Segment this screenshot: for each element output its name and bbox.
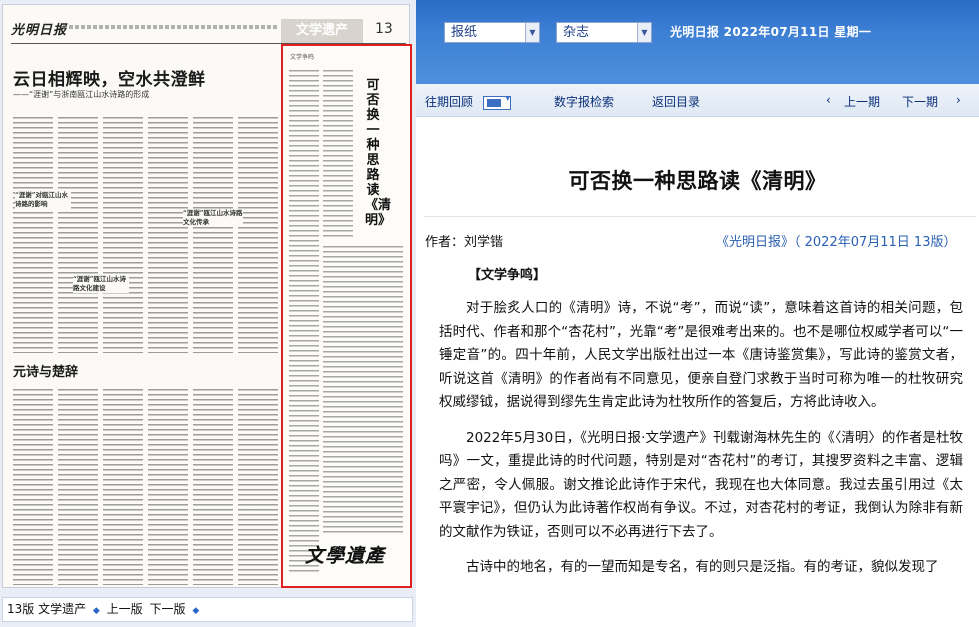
article-paragraph: 古诗中的地名，有的一望而知是专名，有的则只是泛指。有的考证，貌似发现了 bbox=[466, 559, 939, 575]
prev-issue-link[interactable]: 上一期 bbox=[844, 93, 880, 110]
article-paragraph: 2022年5月30日，《光明日报·文学遗产》刊载谢海林先生的《〈清明〉的作者是杜… bbox=[439, 429, 963, 540]
text-column[interactable] bbox=[58, 389, 98, 585]
inset-heading-1: “涯谢”对瓯江山水诗路的影响 bbox=[15, 191, 71, 209]
magazine-select-value: 杂志 bbox=[563, 25, 590, 40]
highlight-vertical-title: 可否换一种思路读《清明》 bbox=[365, 78, 392, 228]
text-column[interactable] bbox=[103, 389, 143, 585]
top-bar: 报纸 ▼ 杂志 ▼ 光明日报 2022年07月11日 星期一 bbox=[416, 0, 979, 84]
page-root: 光明日报 文学遗产 13 云日相辉映，空水共澄鲜 ——“涯谢”与浙南瓯江山水诗路… bbox=[0, 0, 979, 627]
next-issue-link[interactable]: 下一期 bbox=[902, 93, 938, 110]
column-logo: 文學遺產 bbox=[305, 545, 386, 567]
selected-article-highlight[interactable] bbox=[281, 44, 412, 588]
text-column[interactable] bbox=[148, 117, 188, 353]
masthead: 光明日报 bbox=[11, 23, 68, 38]
article-subheadline-1: ——“涯谢”与浙南瓯江山水诗路的形成 bbox=[13, 90, 150, 99]
issue-date: 光明日报 2022年07月11日 星期一 bbox=[670, 25, 872, 39]
digital-search-link[interactable]: 数字报检索 bbox=[554, 93, 614, 110]
article-author: 作者：刘学锴 bbox=[425, 235, 504, 250]
page-number: 13 bbox=[375, 21, 393, 37]
title-divider bbox=[424, 216, 976, 217]
text-column bbox=[323, 70, 353, 240]
article-title: 可否换一种思路读《清明》 bbox=[568, 169, 827, 193]
triangle-right-icon: ◆ bbox=[192, 606, 200, 616]
text-column[interactable] bbox=[13, 117, 53, 353]
back-to-contents-link[interactable]: 返回目录 bbox=[652, 93, 700, 110]
column-name: 【文学争鸣】 bbox=[468, 268, 547, 283]
next-page-link[interactable]: 下一版 bbox=[150, 602, 186, 616]
text-column[interactable] bbox=[103, 117, 143, 353]
page-footer-nav: 13版 文学遗产 ◆ 上一版 下一版 ◆ bbox=[2, 597, 413, 622]
text-column bbox=[323, 246, 403, 536]
article-headline-2[interactable]: 元诗与楚辞 bbox=[13, 361, 78, 380]
prev-page-link[interactable]: 上一版 bbox=[107, 602, 143, 616]
article-source[interactable]: 《光明日报》（ 2022年07月11日 13版） bbox=[716, 231, 956, 250]
article-pane: 报纸 ▼ 杂志 ▼ 光明日报 2022年07月11日 星期一 往期回顾 数字报检… bbox=[416, 0, 979, 627]
chevron-down-icon: ▼ bbox=[637, 23, 651, 42]
magazine-select[interactable]: 杂志 ▼ bbox=[556, 22, 652, 43]
triangle-left-icon: ◆ bbox=[92, 606, 100, 616]
section-banner: 文学遗产 bbox=[281, 19, 363, 43]
chevron-left-icon: ‹ bbox=[826, 93, 831, 107]
text-column[interactable] bbox=[13, 389, 53, 585]
dateline-strip bbox=[63, 25, 278, 29]
calendar-icon[interactable] bbox=[483, 94, 511, 110]
newspaper-select[interactable]: 报纸 ▼ bbox=[444, 22, 540, 43]
past-issues-link[interactable]: 往期回顾 bbox=[425, 93, 473, 110]
current-page-label: 13版 文学遗产 bbox=[7, 602, 87, 616]
chevron-right-icon: › bbox=[956, 93, 961, 107]
text-column[interactable] bbox=[193, 117, 233, 353]
inset-heading-3: “涯谢”瓯江山水诗路文化建设 bbox=[73, 275, 129, 293]
inset-heading-2: “涯谢”瓯江山水诗路文化传承 bbox=[183, 209, 243, 227]
text-column[interactable] bbox=[238, 117, 278, 353]
text-column[interactable] bbox=[238, 389, 278, 585]
article-body: 对于脍炙人口的《清明》诗，不说“考”，而说“读”，意味着这首诗的相关问题，包括时… bbox=[439, 297, 963, 592]
text-column[interactable] bbox=[58, 117, 98, 353]
newspaper-select-value: 报纸 bbox=[451, 25, 478, 40]
paper-preview-pane: 光明日报 文学遗产 13 云日相辉映，空水共澄鲜 ——“涯谢”与浙南瓯江山水诗路… bbox=[0, 0, 416, 627]
article-headline-1[interactable]: 云日相辉映，空水共澄鲜 bbox=[13, 65, 206, 90]
text-column[interactable] bbox=[148, 389, 188, 585]
highlight-tag: 文学争鸣 bbox=[290, 54, 315, 61]
chevron-down-icon: ▼ bbox=[525, 23, 539, 42]
text-column bbox=[289, 70, 319, 575]
text-column[interactable] bbox=[193, 389, 233, 585]
article-paragraph: 对于脍炙人口的《清明》诗，不说“考”，而说“读”，意味着这首诗的相关问题，包括时… bbox=[439, 300, 963, 410]
